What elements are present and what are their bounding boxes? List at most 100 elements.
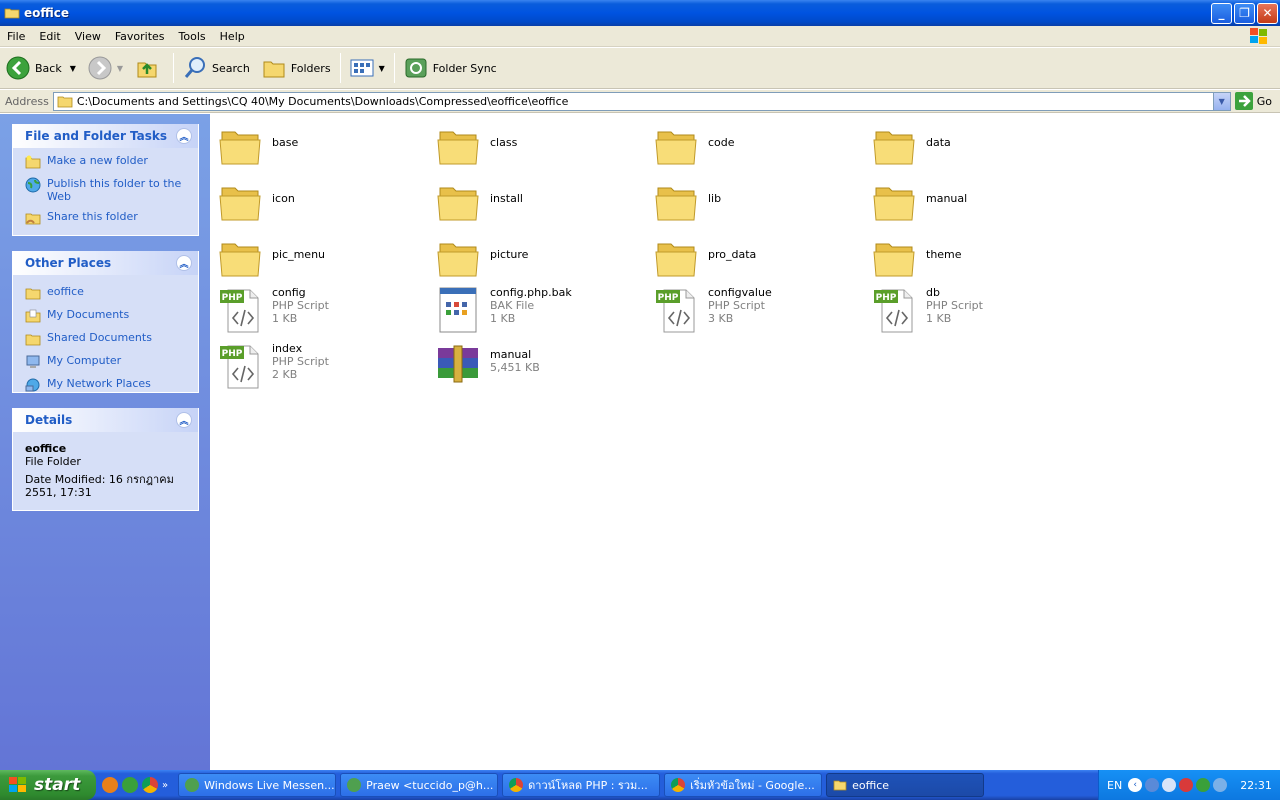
svg-text:PHP: PHP <box>222 349 243 359</box>
file-details: pro_data <box>708 234 756 261</box>
file-name: data <box>926 136 951 149</box>
folder-sync-icon <box>405 58 427 78</box>
file-size: 2 KB <box>272 368 298 381</box>
clock: 22:31 <box>1240 778 1272 792</box>
folder-icon <box>652 122 700 170</box>
folder-item[interactable]: pic_menu <box>216 234 325 286</box>
taskbar-button-label: เริ่มหัวข้อใหม่ - Google... <box>690 779 815 792</box>
folder-item[interactable]: picture <box>434 234 528 286</box>
menu-edit[interactable]: Edit <box>32 30 67 43</box>
title-bar[interactable]: eoffice _ ❐ ✕ <box>0 0 1280 26</box>
folder-icon <box>57 96 73 108</box>
utorrent-icon[interactable] <box>122 777 138 793</box>
chrome-icon <box>509 778 524 792</box>
forward-button[interactable]: ▼ <box>82 51 129 85</box>
taskbar-button-label: Windows Live Messen... <box>204 778 335 792</box>
folder-item[interactable]: code <box>652 122 735 174</box>
go-button[interactable]: Go <box>1234 92 1280 110</box>
address-input[interactable]: C:\Documents and Settings\CQ 40\My Docum… <box>52 91 1231 111</box>
menu-tools[interactable]: Tools <box>172 30 213 43</box>
bak-file-icon <box>434 286 482 334</box>
folder-item[interactable]: base <box>216 122 298 174</box>
task-make-new-folder[interactable]: Make a new folder <box>25 154 198 170</box>
taskbar-button-chrome-php[interactable]: ดาวน์โหลด PHP : รวม... <box>502 773 661 797</box>
forward-dropdown-icon[interactable]: ▼ <box>117 64 123 73</box>
folder-item[interactable]: class <box>434 122 517 174</box>
file-name: class <box>490 136 518 149</box>
tray-expand-icon[interactable]: ‹ <box>1128 778 1143 792</box>
folder-icon <box>870 178 918 226</box>
close-button[interactable]: ✕ <box>1257 2 1278 24</box>
security-shield-icon[interactable] <box>1179 778 1194 792</box>
quick-launch-more-icon[interactable]: » <box>162 780 168 791</box>
file-item[interactable]: PHP index PHP Script 2 KB <box>216 342 329 394</box>
utorrent-tray-icon[interactable] <box>1196 778 1211 792</box>
collapse-chevron-icon[interactable]: ︽ <box>176 255 192 271</box>
folder-icon <box>216 122 264 170</box>
messenger-tray-icon[interactable] <box>1213 778 1228 792</box>
file-item[interactable]: manual 5,451 KB <box>434 342 540 394</box>
task-publish-to-web[interactable]: Publish this folder to the Web <box>25 177 198 203</box>
up-folder-button[interactable] <box>129 51 170 85</box>
file-name: theme <box>926 248 962 261</box>
file-item[interactable]: config.php.bak BAK File 1 KB <box>434 286 572 338</box>
details-header[interactable]: Details ︽ <box>13 408 198 432</box>
back-dropdown-icon[interactable]: ▼ <box>70 64 76 73</box>
taskbar-button-messenger[interactable]: Windows Live Messen... <box>178 773 337 797</box>
taskbar-button-chrome-google[interactable]: เริ่มหัวข้อใหม่ - Google... <box>664 773 823 797</box>
menu-view[interactable]: View <box>68 30 108 43</box>
folder-sync-button[interactable]: Folder Sync <box>398 51 503 85</box>
back-button[interactable]: Back ▼ <box>0 51 82 85</box>
quick-launch: » <box>96 777 174 793</box>
file-details: icon <box>272 178 295 205</box>
folder-item[interactable]: theme <box>870 234 962 286</box>
task-share-folder[interactable]: Share this folder <box>25 210 198 226</box>
taskbar-button-eoffice[interactable]: eoffice <box>826 773 985 797</box>
window-title: eoffice <box>24 6 70 20</box>
file-folder-tasks-header[interactable]: File and Folder Tasks ︽ <box>13 124 198 148</box>
file-item[interactable]: PHP configvalue PHP Script 3 KB <box>652 286 772 338</box>
folders-button[interactable]: Folders <box>256 51 337 85</box>
menu-file[interactable]: File <box>0 30 32 43</box>
firefox-icon[interactable] <box>102 777 118 793</box>
address-path: C:\Documents and Settings\CQ 40\My Docum… <box>76 94 569 108</box>
folder-item[interactable]: lib <box>652 178 721 230</box>
menu-favorites[interactable]: Favorites <box>108 30 172 43</box>
folder-item[interactable]: icon <box>216 178 295 230</box>
search-button[interactable]: Search <box>177 51 256 85</box>
file-folder-tasks-panel: File and Folder Tasks ︽ Make a new folde… <box>12 124 199 236</box>
file-details: config PHP Script 1 KB <box>272 286 329 325</box>
folder-item[interactable]: manual <box>870 178 967 230</box>
menu-help[interactable]: Help <box>213 30 252 43</box>
chrome-icon[interactable] <box>142 777 158 793</box>
other-places-header[interactable]: Other Places ︽ <box>13 251 198 275</box>
taskbar-button-email[interactable]: Praew <tuccido_p@h... <box>340 773 499 797</box>
language-indicator[interactable]: EN <box>1107 779 1122 792</box>
place-my-documents[interactable]: My Documents <box>25 308 198 324</box>
folder-item[interactable]: data <box>870 122 951 174</box>
address-dropdown-icon[interactable]: ▼ <box>1212 92 1230 110</box>
globe-icon <box>25 177 41 193</box>
volume-icon[interactable] <box>1162 778 1177 792</box>
windows-flag-icon <box>9 777 26 792</box>
collapse-chevron-icon[interactable]: ︽ <box>176 412 192 428</box>
folder-item[interactable]: install <box>434 178 523 230</box>
file-item[interactable]: PHP config PHP Script 1 KB <box>216 286 329 338</box>
details-panel: Details ︽ eoffice File Folder Date Modif… <box>12 408 199 511</box>
place-shared-documents[interactable]: Shared Documents <box>25 331 198 347</box>
folder-item[interactable]: pro_data <box>652 234 756 286</box>
start-button[interactable]: start <box>0 770 96 800</box>
network-icon[interactable] <box>1145 778 1160 792</box>
place-label: Shared Documents <box>47 331 152 344</box>
restore-button[interactable]: ❐ <box>1234 2 1255 24</box>
file-item[interactable]: PHP db PHP Script 1 KB <box>870 286 983 338</box>
place-my-computer[interactable]: My Computer <box>25 354 198 370</box>
place-my-network-places[interactable]: My Network Places <box>25 377 198 393</box>
folder-icon <box>434 234 482 282</box>
collapse-chevron-icon[interactable]: ︽ <box>176 128 192 144</box>
folder-sync-label: Folder Sync <box>432 61 497 75</box>
folder-icon <box>25 288 41 300</box>
minimize-button[interactable]: _ <box>1211 2 1232 24</box>
views-button[interactable]: ▼ <box>344 51 391 85</box>
place-eoffice[interactable]: eoffice <box>25 285 198 301</box>
